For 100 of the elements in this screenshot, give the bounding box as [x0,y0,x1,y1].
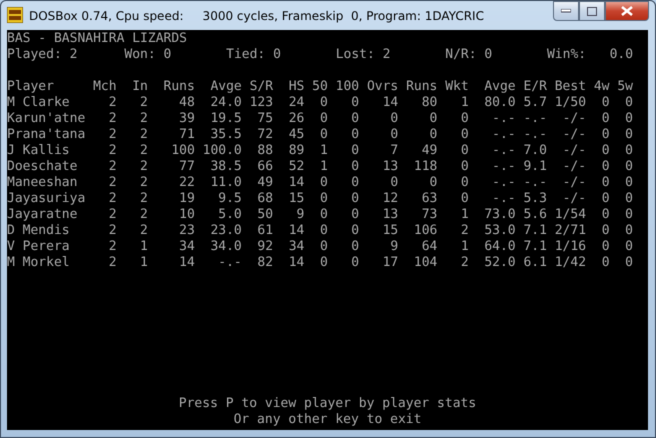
table-cell-text: 89 [288,143,304,159]
column-header: 50 [311,79,328,95]
table-cell-text: 2 [108,95,117,111]
table-cell-text: 0 [624,239,633,255]
table-cell-text: 2 [108,143,117,159]
table-cell-text: 0 [389,111,398,127]
table-cell-text: -/- [562,191,586,207]
table-cell-text: 80.0 [483,95,516,111]
table-cell-text: 82 [256,255,274,271]
table-cell-text: 14 [288,223,304,239]
table-cell-text: 0 [350,191,360,207]
table-cell-text: 0 [624,223,633,239]
table-cell-text: 72 [256,127,274,143]
table-cell-text: 0 [624,175,633,191]
table-cell-text: 0 [350,127,360,143]
table-cell-text: 14 [288,255,304,271]
table-cell-text: 0 [600,159,610,175]
minimize-icon [561,9,571,13]
table-cell-text: 1/42 [554,255,586,271]
table-cell-text: 0 [350,223,360,239]
table-cell-text: 0 [350,255,360,271]
table-cell-text: 0 [624,143,633,159]
table-cell-text: 2 [139,95,148,111]
table-cell-text: 1 [139,255,148,271]
stat-label: N/R: [445,47,477,63]
table-cell-text: 35.5 [209,127,242,143]
table-cell-text: 2 [139,143,148,159]
table-cell-text: 0 [389,175,398,191]
column-header: Avge [483,79,516,95]
table-cell-text: 6.1 [522,255,547,271]
column-header: HS [288,79,304,95]
stat-value: 0 [272,47,281,63]
table-cell-text: 0 [350,175,360,191]
maximize-button[interactable] [579,1,605,21]
table-cell-text: -.- [217,255,242,271]
table-cell-text: 19.5 [209,111,242,127]
stat-label: Tied: [226,47,266,63]
table-cell-text: 80 [420,95,438,111]
table-cell-text: 64.0 [483,239,516,255]
column-header: Mch [92,79,117,95]
table-cell-text: 2 [139,207,148,223]
table-cell-text: 0 [460,159,469,175]
player-name: Prana'tana [7,127,86,143]
player-name: Karun'atne [7,111,86,127]
stat-label: Win%: [546,47,586,63]
minimize-button[interactable] [553,1,579,21]
column-header: S/R [248,79,274,95]
table-cell-text: 0 [319,207,328,223]
table-cell-text: 0 [600,255,610,271]
table-cell-text: 0 [350,207,360,223]
table-cell-text: 0 [624,95,633,111]
table-cell-text: -/- [562,175,586,191]
close-icon [621,6,633,16]
player-name: J Kallis [7,143,71,159]
table-cell-text: 19 [178,191,195,207]
table-cell-text: -/- [562,127,586,143]
column-header: E/R [522,79,547,95]
table-cell-text: 73.0 [483,207,516,223]
player-name: M Clarke [7,95,71,111]
table-cell-text: 2 [139,159,148,175]
table-cell-text: 52.0 [483,255,516,271]
footer-text: Or any other key to exit [234,412,422,428]
table-cell-text: 13 [382,207,398,223]
table-cell-text: 2 [108,255,117,271]
table-cell-text: 5.6 [522,207,547,223]
player-name: Maneeshan [7,175,78,191]
table-cell-text: -.- [491,191,516,207]
table-cell-text: 0 [460,111,469,127]
table-cell-text: -/- [562,111,586,127]
table-cell-text: 0 [319,175,328,191]
table-cell-text: 15 [382,223,398,239]
app-icon [7,7,23,23]
stat-value: 0.0 [610,47,634,63]
table-cell-text: 88 [256,143,274,159]
table-cell-text: 38.5 [209,159,242,175]
table-cell-text: 1/50 [554,95,586,111]
table-cell-text: 11.0 [209,175,242,191]
table-cell-text: 0 [319,223,328,239]
table-cell-text: 26 [288,111,304,127]
table-cell-text: 77 [178,159,195,175]
table-cell-text: 22 [178,175,195,191]
table-cell-text: 104 [412,255,438,271]
player-name: Jayaratne [7,207,78,223]
player-name: M Morkel [7,255,71,271]
table-cell-text: 0 [428,111,438,127]
table-cell-text: 0 [600,111,610,127]
table-cell-text: -.- [491,127,516,143]
table-cell-text: 2 [108,127,117,143]
table-cell-text: 68 [256,191,274,207]
stat-label: Lost: [336,47,375,63]
table-cell-text: 1 [319,143,328,159]
table-cell-text: 2 [108,223,117,239]
player-name: Doeschate [7,159,78,175]
table-cell-text: -.- [491,111,516,127]
player-name: Jayasuriya [7,191,86,207]
team-title: BAS - BASNAHIRA LIZARDS [7,31,188,47]
close-button[interactable] [605,1,649,21]
table-cell-text: 1 [139,239,148,255]
table-cell-text: 9 [389,239,398,255]
table-cell-text: 0 [319,191,328,207]
